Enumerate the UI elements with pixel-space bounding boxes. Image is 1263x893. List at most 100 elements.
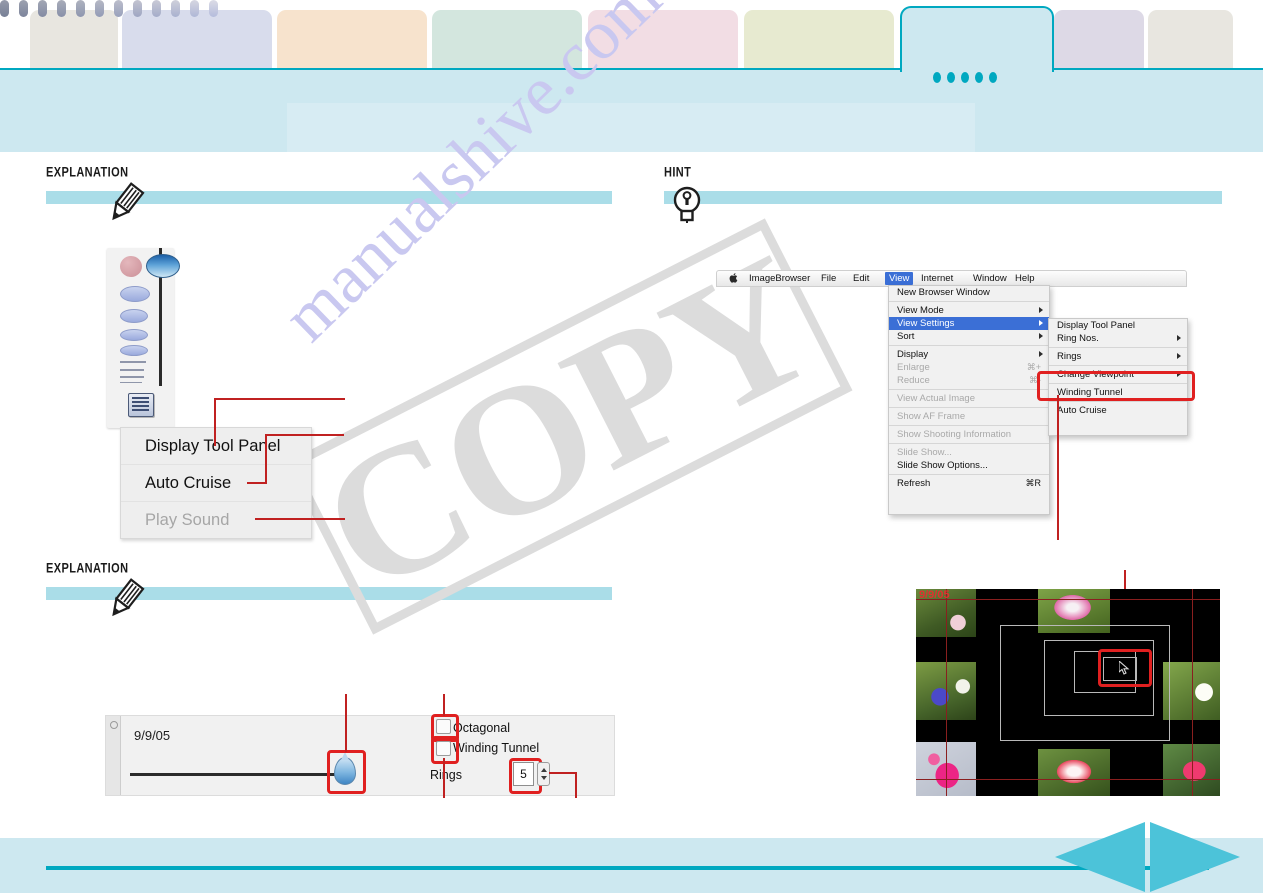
header-tab-7-current[interactable]	[900, 6, 1054, 72]
menu-item-sort[interactable]: Sort	[889, 330, 1049, 343]
prev-triangle-icon[interactable]	[1055, 822, 1145, 892]
menu-separator	[889, 389, 1049, 390]
slider-tick	[57, 0, 66, 17]
menu-item-label: Slide Show...	[897, 447, 952, 458]
menu-item-label: Reduce	[897, 375, 930, 386]
pink-dot-icon	[120, 256, 142, 277]
stepper-down-icon[interactable]	[540, 776, 547, 780]
menu-item-view-actual-image: View Actual Image	[889, 392, 1049, 405]
ring-marker-line	[120, 369, 144, 371]
header-tab-8[interactable]	[1054, 10, 1144, 70]
section-explanation-bottom: EXPLANATION	[46, 561, 612, 617]
menubar-item-internet[interactable]: Internet	[921, 273, 953, 284]
lightbulb-icon	[673, 186, 701, 223]
list-panel-icon[interactable]	[128, 393, 154, 417]
next-triangle-icon[interactable]	[1150, 822, 1240, 892]
menu-item-show-shooting-information: Show Shooting Information	[889, 428, 1049, 441]
highlight-checkbox-winding-tunnel	[431, 736, 459, 764]
thumb-bottom-center[interactable]	[1038, 749, 1110, 796]
header-tab-9[interactable]	[1148, 10, 1233, 70]
menubar-item-window[interactable]: Window	[973, 273, 1007, 284]
leader-line	[266, 434, 344, 436]
slider-tick	[171, 0, 180, 17]
menubar-item-imagebrowser[interactable]: ImageBrowser	[749, 273, 810, 284]
leader-line	[575, 772, 577, 798]
ring-marker	[120, 286, 150, 302]
menu-item-label: Refresh	[897, 478, 931, 489]
vertical-tool-panel[interactable]	[107, 248, 180, 428]
menu-item-view-mode[interactable]: View Mode	[889, 304, 1049, 317]
apple-logo-icon[interactable]	[729, 272, 739, 284]
tool-panel-context-menu[interactable]: Display Tool Panel Auto Cruise Play Sound	[120, 427, 312, 539]
section-bar	[664, 191, 1222, 204]
highlight-slider-handle	[327, 750, 366, 794]
menu-item-label: Auto Cruise	[1057, 405, 1107, 416]
menu-separator	[1049, 365, 1187, 366]
menu-item-new-browser-window[interactable]: New Browser Window	[889, 286, 1049, 299]
menu-item-label: New Browser Window	[897, 287, 990, 298]
guide-line-h	[916, 599, 1220, 600]
menu-item-label: Slide Show Options...	[897, 460, 988, 471]
leader-line	[443, 694, 445, 716]
guide-line-v	[946, 589, 947, 796]
label-octagonal: Octagonal	[453, 721, 510, 735]
menu-item-rings[interactable]: Rings	[1049, 350, 1187, 363]
slider-tick	[0, 0, 9, 17]
menu-item-shortcut: ⌘R	[1025, 478, 1042, 488]
menu-item-ring-nos[interactable]: Ring Nos.	[1049, 332, 1187, 345]
teardrop-knob[interactable]	[146, 254, 180, 278]
leader-line	[247, 482, 267, 484]
section-explanation-left: EXPLANATION	[46, 165, 612, 221]
menu-item-label: View Mode	[897, 305, 944, 316]
label-winding-tunnel: Winding Tunnel	[453, 741, 540, 755]
ring-marker-line	[120, 361, 146, 363]
menu-item-view-settings[interactable]: View Settings	[889, 317, 1049, 330]
page-dot	[975, 72, 983, 83]
header-tab-2[interactable]	[122, 10, 272, 70]
leader-line	[215, 398, 345, 400]
panel-gutter	[106, 716, 121, 795]
menu-separator	[889, 407, 1049, 408]
menu-item-label: Display	[897, 349, 929, 360]
menu-item-auto-cruise[interactable]: Auto Cruise	[1049, 404, 1187, 417]
preview-date-overlay: 9/9/05	[919, 589, 950, 601]
menu-separator	[889, 425, 1049, 426]
leader-line	[549, 772, 576, 774]
slider-track[interactable]	[130, 773, 342, 776]
rings-stepper[interactable]	[537, 762, 550, 786]
context-menu-item[interactable]: Auto Cruise	[121, 465, 311, 502]
header-tab-4[interactable]	[432, 10, 582, 70]
menu-item-display[interactable]: Display	[889, 348, 1049, 361]
submenu-arrow-icon	[1039, 351, 1043, 357]
menu-item-label: Rings	[1057, 351, 1082, 362]
menubar-item-help[interactable]: Help	[1015, 273, 1035, 284]
menu-item-label: View Settings	[897, 318, 955, 329]
slider-tick	[133, 0, 142, 17]
slider-tick	[95, 0, 104, 17]
stepper-up-icon[interactable]	[540, 768, 547, 772]
header-tab-1[interactable]	[30, 10, 118, 70]
view-dropdown-menu[interactable]: New Browser Window View Mode View Settings…	[888, 285, 1050, 515]
ring-marker	[120, 345, 148, 356]
menu-item-label: Show AF Frame	[897, 411, 966, 422]
menu-item-refresh[interactable]: Refresh ⌘R	[889, 477, 1049, 490]
header-tab-5[interactable]	[588, 10, 738, 70]
section-label: EXPLANATION	[46, 165, 129, 180]
menubar-item-file[interactable]: File	[821, 273, 836, 284]
header-inner-panel	[287, 103, 975, 152]
menubar-item-view[interactable]: View	[885, 272, 914, 285]
menu-item-slide-show: Slide Show...	[889, 446, 1049, 459]
submenu-arrow-icon	[1039, 320, 1043, 326]
header-tab-6[interactable]	[744, 10, 894, 70]
guide-line-h	[916, 779, 1220, 780]
slider-tick	[114, 0, 123, 17]
menubar-item-edit[interactable]: Edit	[853, 273, 869, 284]
menu-item-display-tool-panel[interactable]: Display Tool Panel	[1049, 319, 1187, 332]
menu-item-slide-show-options[interactable]: Slide Show Options...	[889, 459, 1049, 472]
leader-line	[443, 758, 445, 798]
viewpoint-preview[interactable]: 9/9/05	[916, 589, 1220, 796]
slider-tick	[19, 0, 28, 17]
header-tab-3[interactable]	[277, 10, 427, 70]
page-dot	[989, 72, 997, 83]
menu-separator	[1049, 401, 1187, 402]
